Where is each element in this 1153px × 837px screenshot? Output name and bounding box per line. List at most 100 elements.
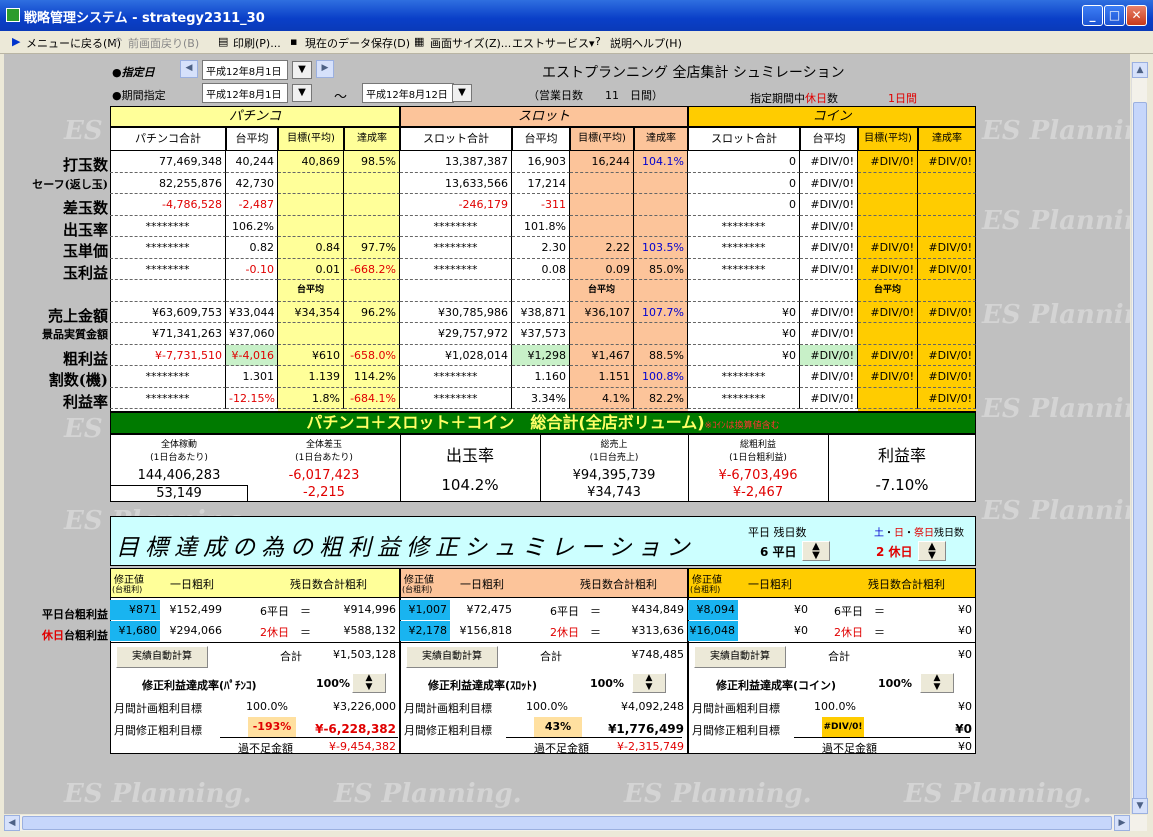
hol-sat: 土 bbox=[874, 528, 884, 539]
menu-prev-screen[interactable]: 前画面戻り(B) bbox=[128, 35, 199, 51]
next-date-button[interactable]: ▶ bbox=[316, 60, 334, 78]
total-banner: パチンコ＋スロット＋コイン 総合計(全店ボリューム)※ｺｲﾝは換算値含む bbox=[110, 412, 976, 434]
table-cell: 3.34% bbox=[512, 387, 570, 409]
auto-calc-button[interactable]: 実績自動計算 bbox=[694, 646, 786, 668]
printer-icon: ▤ bbox=[218, 35, 229, 48]
fix-goal-value: ¥0 bbox=[955, 722, 972, 736]
auto-calc-button[interactable]: 実績自動計算 bbox=[116, 646, 208, 668]
table-cell: ¥30,785,986 bbox=[400, 301, 512, 323]
rate-spinner[interactable]: ▲ ▼ bbox=[920, 673, 954, 693]
fix-value-input[interactable]: ¥2,178 bbox=[400, 621, 450, 641]
plan-value: ¥0 bbox=[958, 700, 972, 713]
period-tilde: ～ bbox=[334, 90, 348, 105]
table-cell: 0.08 bbox=[512, 258, 570, 280]
sum-label: 合計 bbox=[828, 650, 850, 663]
hol-dot: ・ bbox=[904, 528, 914, 539]
fix-percent: #DIV/0! bbox=[822, 717, 864, 737]
table-cell: 0 bbox=[688, 151, 800, 173]
vertical-scrollbar[interactable]: ▲ ▼ bbox=[1131, 62, 1148, 814]
row-label: 差玉数 bbox=[62, 199, 108, 217]
fix-value-input[interactable]: ¥1,007 bbox=[400, 600, 450, 620]
table-cell: 1.8% bbox=[278, 387, 344, 409]
auto-calc-button[interactable]: 実績自動計算 bbox=[406, 646, 498, 668]
table-cell: 106.2% bbox=[226, 215, 278, 237]
watermark: ES Planning. bbox=[624, 779, 812, 809]
fix-value-input[interactable]: ¥16,048 bbox=[688, 621, 738, 641]
watermark: ES Planning. bbox=[334, 779, 522, 809]
menu-bar: ▶ メニューに戻る(M) ↶ 前画面戻り(B) ▤ 印刷(P)... ▪ 現在の… bbox=[0, 31, 1153, 54]
hol-dot: ・ bbox=[884, 528, 894, 539]
table-cell: #DIV/0! bbox=[918, 151, 976, 173]
total-banner-title: パチンコ＋スロット＋コイン 総合計(全店ボリューム) bbox=[306, 413, 705, 432]
daily-header: 一日粗利 bbox=[170, 578, 214, 591]
rate-spinner[interactable]: ▲ ▼ bbox=[352, 673, 386, 693]
plan-value: ¥4,092,248 bbox=[621, 700, 684, 713]
menu-return[interactable]: メニューに戻る(M) bbox=[26, 35, 121, 51]
fix-value-input[interactable]: ¥871 bbox=[110, 600, 160, 620]
row-label: 打玉数 bbox=[62, 156, 108, 174]
horizontal-scrollbar[interactable]: ◀ ▶ bbox=[4, 815, 1147, 831]
menu-print[interactable]: 印刷(P)... bbox=[233, 35, 281, 51]
table-cell: #DIV/0! bbox=[858, 151, 918, 173]
remaining-days: 2休日 bbox=[834, 626, 863, 639]
total-diff-value: -6,017,423 bbox=[288, 468, 360, 483]
table-cell: ******** bbox=[110, 387, 226, 409]
table-cell: 42,730 bbox=[226, 172, 278, 194]
holiday-rest: 台粗利益 bbox=[64, 629, 108, 642]
daily-profit: ¥0 bbox=[794, 624, 808, 637]
table-cell: 1.139 bbox=[278, 366, 344, 388]
table-cell: ¥1,028,014 bbox=[400, 344, 512, 366]
table-cell: 0.09 bbox=[570, 258, 634, 280]
table-cell: 4.1% bbox=[570, 387, 634, 409]
holiday-spinner[interactable]: ▲ ▼ bbox=[918, 541, 946, 561]
remaining-total: ¥0 bbox=[958, 603, 972, 616]
designated-date-select[interactable]: 平成12年8月1日 bbox=[202, 60, 288, 80]
table-cell: 1.301 bbox=[226, 366, 278, 388]
period-start-dropdown[interactable]: ▼ bbox=[292, 84, 312, 102]
row-label: 景品実質金額 bbox=[42, 328, 108, 341]
scroll-up-button[interactable]: ▲ bbox=[1132, 62, 1148, 78]
menu-save[interactable]: 現在のデータ保存(D) bbox=[305, 35, 410, 51]
minimize-button[interactable]: _ bbox=[1082, 5, 1103, 26]
plan-label: 月間計画粗利目標 bbox=[692, 702, 780, 715]
weekday-spinner[interactable]: ▲ ▼ bbox=[802, 541, 830, 561]
period-end-select[interactable]: 平成12年8月12日 bbox=[362, 83, 454, 103]
screen-size-icon: ▦ bbox=[414, 35, 425, 48]
weekday-remaining-value: 6 平日 bbox=[760, 545, 797, 559]
main-sheet: ES Planning. ES Planning. ES Planning. E… bbox=[4, 54, 1130, 814]
window-titlebar: 戦略管理システム - strategy2311_30 _ □ ✕ bbox=[0, 0, 1153, 31]
fix-value-input[interactable]: ¥8,094 bbox=[688, 600, 738, 620]
table-cell: 16,244 bbox=[570, 151, 634, 173]
table-cell bbox=[858, 194, 918, 216]
fix-value-input[interactable]: ¥1,680 bbox=[110, 621, 160, 641]
table-cell: #DIV/0! bbox=[918, 258, 976, 280]
close-button[interactable]: ✕ bbox=[1126, 5, 1147, 26]
period-start-select[interactable]: 平成12年8月1日 bbox=[202, 83, 288, 103]
scroll-left-button[interactable]: ◀ bbox=[4, 815, 20, 831]
table-cell: ¥1,298 bbox=[512, 344, 570, 366]
prev-date-button[interactable]: ◀ bbox=[180, 60, 198, 78]
table-cell: ******** bbox=[688, 366, 800, 388]
menu-help[interactable]: 説明ヘルプ(H) bbox=[610, 35, 682, 51]
table-cell: 103.5% bbox=[634, 237, 688, 259]
daily-profit: ¥156,818 bbox=[459, 624, 513, 637]
scroll-right-button[interactable]: ▶ bbox=[1114, 815, 1130, 831]
rate-spinner[interactable]: ▲ ▼ bbox=[632, 673, 666, 693]
menu-screen-size[interactable]: 画面サイズ(Z)... bbox=[430, 35, 511, 51]
watermark: ES Planning. bbox=[982, 496, 1130, 526]
period-end-dropdown[interactable]: ▼ bbox=[452, 84, 472, 102]
table-cell bbox=[858, 323, 918, 345]
scroll-down-button[interactable]: ▼ bbox=[1132, 798, 1148, 814]
app-icon bbox=[6, 8, 20, 22]
column-header: 達成率 bbox=[344, 127, 400, 151]
table-cell: ******** bbox=[400, 258, 512, 280]
hscroll-thumb[interactable] bbox=[22, 816, 1112, 830]
designated-date-dropdown[interactable]: ▼ bbox=[292, 61, 312, 79]
table-cell: 85.0% bbox=[634, 258, 688, 280]
maximize-button[interactable]: □ bbox=[1104, 5, 1125, 26]
fix-percent: -193% bbox=[248, 717, 296, 737]
scroll-thumb[interactable] bbox=[1133, 102, 1147, 802]
menu-est-service[interactable]: エストサービス▾ bbox=[512, 35, 595, 51]
total-diff-sub: (1日台あたり) bbox=[295, 453, 353, 463]
table-cell: #DIV/0! bbox=[918, 366, 976, 388]
